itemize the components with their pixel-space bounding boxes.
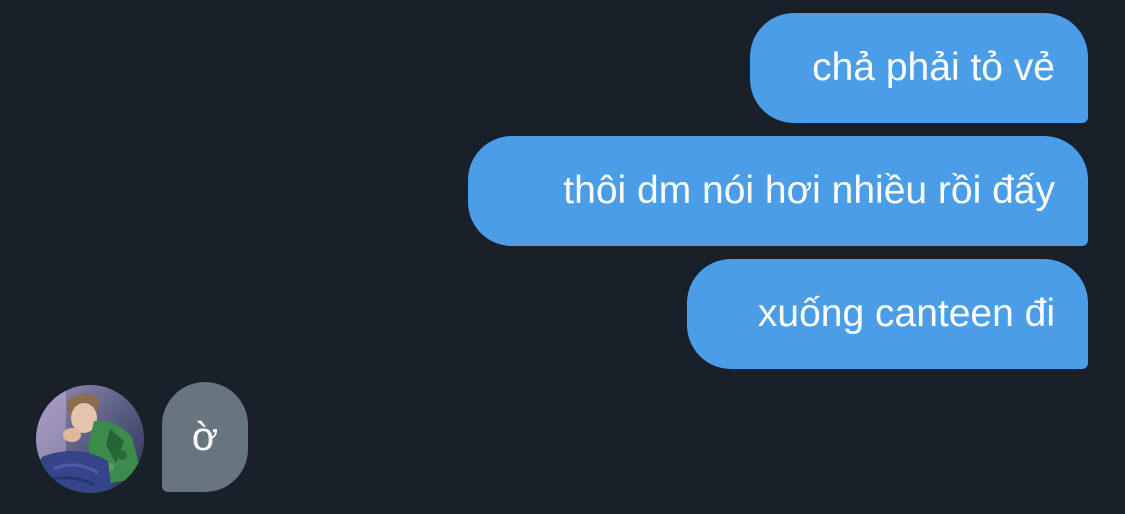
message-text: ờ: [191, 414, 219, 459]
message-text: thôi dm nói hơi nhiều rồi đấy: [563, 169, 1055, 212]
received-message-bubble[interactable]: ờ: [162, 382, 248, 492]
sent-message-bubble[interactable]: chả phải tỏ vẻ: [750, 13, 1088, 123]
contact-avatar[interactable]: [36, 385, 144, 493]
sent-message-bubble[interactable]: xuống canteen đi: [687, 259, 1088, 369]
user-photo-avatar-icon: [36, 385, 144, 493]
chat-thread: chả phải tỏ vẻ thôi dm nói hơi nhiều rồi…: [0, 0, 1125, 514]
message-text: chả phải tỏ vẻ: [812, 46, 1055, 89]
sent-message-bubble[interactable]: thôi dm nói hơi nhiều rồi đấy: [468, 136, 1088, 246]
message-text: xuống canteen đi: [757, 292, 1055, 335]
